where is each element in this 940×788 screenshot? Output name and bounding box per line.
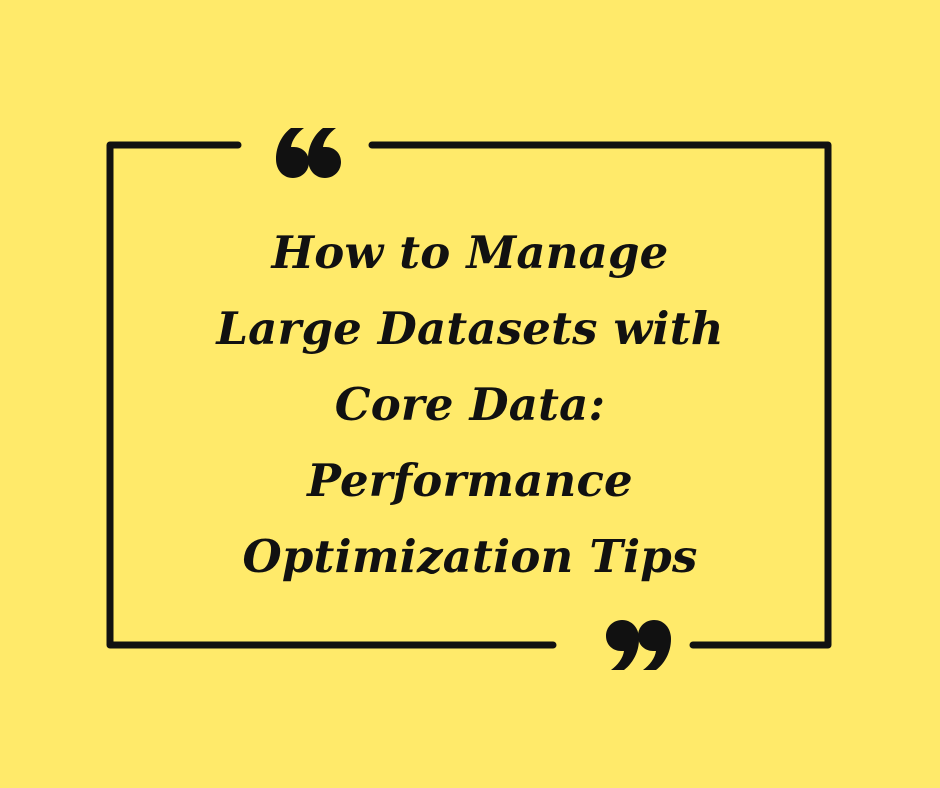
title-line-2: Large Datasets with [216, 302, 724, 355]
title-line-1: How to Manage [271, 226, 669, 279]
title-line-5: Optimization Tips [242, 530, 698, 583]
quote-card: How to Manage Large Datasets with Core D… [0, 0, 940, 788]
opening-quote-icon [276, 128, 341, 178]
title-line-4: Performance [307, 454, 633, 507]
title-line-3: Core Data: [334, 378, 606, 431]
closing-quote-icon [606, 620, 671, 670]
quote-title: How to Manage Large Datasets with Core D… [170, 215, 770, 595]
